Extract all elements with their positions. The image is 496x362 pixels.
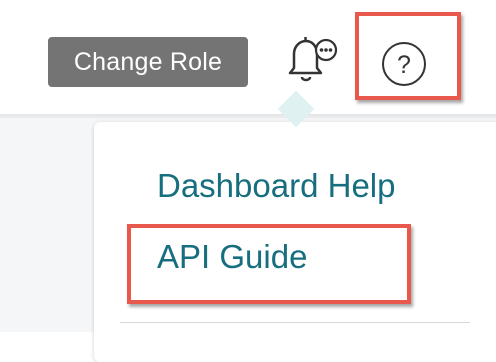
change-role-button[interactable]: Change Role (48, 37, 248, 87)
menu-divider (120, 322, 470, 323)
help-highlight-box (355, 12, 461, 100)
menu-item-dashboard-help[interactable]: Dashboard Help (157, 167, 395, 205)
api-guide-highlight-box (127, 224, 411, 304)
notifications-bell-icon[interactable] (280, 34, 340, 86)
